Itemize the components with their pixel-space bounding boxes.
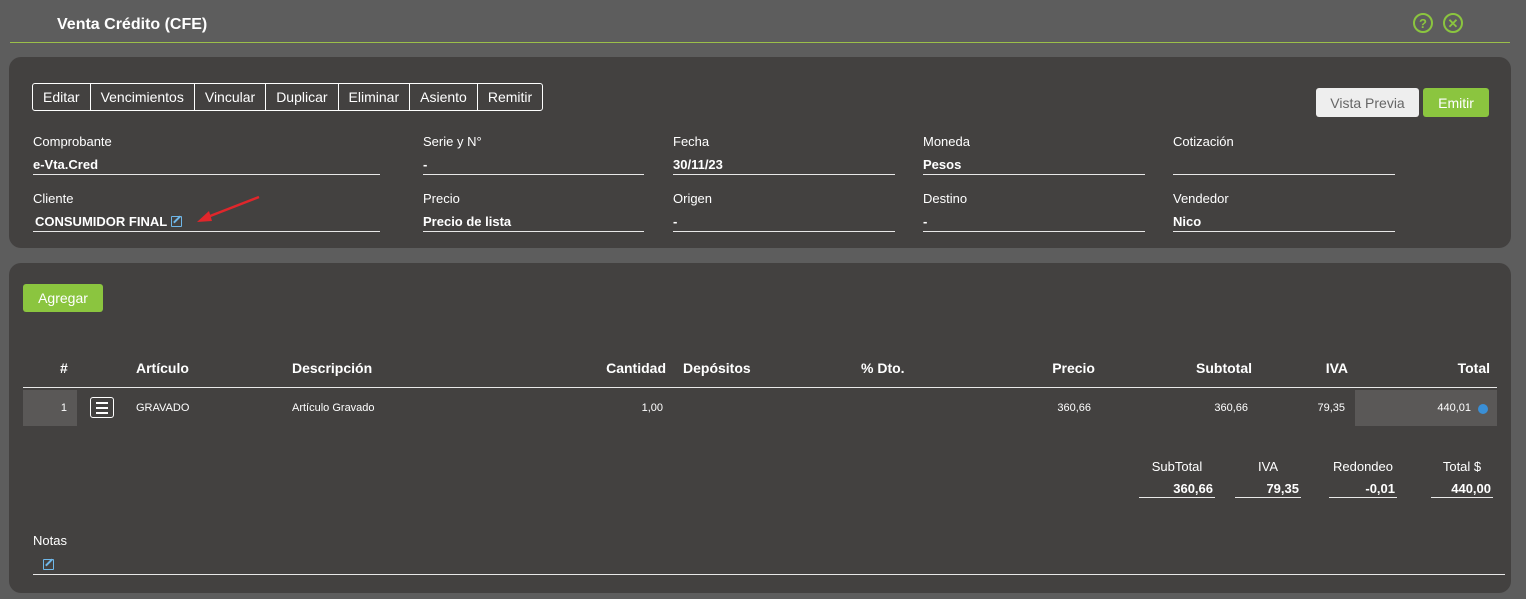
cotizacion-value[interactable] xyxy=(1173,157,1395,175)
serie-value[interactable]: - xyxy=(423,157,644,175)
col-total: Total xyxy=(1457,360,1490,376)
close-icon[interactable]: ✕ xyxy=(1443,13,1463,33)
comprobante-value[interactable]: e-Vta.Cred xyxy=(33,157,380,175)
due-dates-button[interactable]: Vencimientos xyxy=(91,84,195,110)
vendedor-value[interactable]: Nico xyxy=(1173,214,1395,232)
row-iva: 79,35 xyxy=(1317,402,1345,414)
field-comprobante: Comprobante e-Vta.Cred xyxy=(33,134,380,175)
fecha-label: Fecha xyxy=(673,134,710,149)
field-precio: Precio Precio de lista xyxy=(423,191,644,232)
edit-button[interactable]: Editar xyxy=(33,84,91,110)
field-serie: Serie y N° - xyxy=(423,134,644,175)
notes-field[interactable] xyxy=(33,574,1505,575)
serie-label: Serie y N° xyxy=(423,134,482,149)
subtotal-value: 360,66 xyxy=(1139,481,1215,498)
origen-label: Origen xyxy=(673,191,713,206)
subtotal-label: SubTotal xyxy=(1151,459,1203,474)
col-subtotal: Subtotal xyxy=(1196,360,1252,376)
row-precio[interactable]: 360,66 xyxy=(991,390,1091,426)
col-descripcion: Descripción xyxy=(292,360,373,376)
precio-value[interactable]: Precio de lista xyxy=(423,214,644,232)
vendedor-label: Vendedor xyxy=(1173,191,1229,206)
link-button[interactable]: Vincular xyxy=(195,84,267,110)
preview-button[interactable]: Vista Previa xyxy=(1316,88,1419,117)
table-header-divider xyxy=(23,387,1497,388)
col-articulo: Artículo xyxy=(136,360,189,376)
help-icon[interactable]: ? xyxy=(1413,13,1433,33)
row-subtotal: 360,66 xyxy=(1214,402,1248,414)
row-total: 440,01 xyxy=(1355,390,1497,426)
total-value: 440,00 xyxy=(1431,481,1493,498)
status-dot-icon[interactable] xyxy=(1478,404,1488,414)
precio-label: Precio xyxy=(423,191,460,206)
field-cotizacion: Cotización xyxy=(1173,134,1395,175)
notes-label: Notas xyxy=(33,533,67,548)
col-dto: % Dto. xyxy=(861,360,905,376)
row-number: 1 xyxy=(23,390,77,426)
moneda-label: Moneda xyxy=(923,134,970,149)
col-iva: IVA xyxy=(1325,360,1348,376)
row-cantidad[interactable]: 1,00 xyxy=(563,390,663,426)
hamburger-menu-icon[interactable] xyxy=(90,397,114,418)
col-cantidad: Cantidad xyxy=(606,360,666,376)
row-descripcion: Artículo Gravado xyxy=(292,402,375,414)
row-articulo: GRAVADO xyxy=(136,402,190,414)
moneda-value[interactable]: Pesos xyxy=(923,157,1145,175)
add-item-button[interactable]: Agregar xyxy=(23,284,103,312)
iva-total-label: IVA xyxy=(1258,459,1278,474)
fecha-value[interactable]: 30/11/23 xyxy=(673,157,895,175)
total-label: Total $ xyxy=(1442,459,1482,474)
duplicate-button[interactable]: Duplicar xyxy=(266,84,339,110)
destino-label: Destino xyxy=(923,191,968,206)
field-origen: Origen - xyxy=(673,191,895,232)
field-fecha: Fecha 30/11/23 xyxy=(673,134,895,175)
annotation-arrow xyxy=(197,195,260,222)
origen-value[interactable]: - xyxy=(673,214,895,232)
delete-button[interactable]: Eliminar xyxy=(339,84,411,110)
edit-client-icon[interactable] xyxy=(171,216,183,227)
col-num: # xyxy=(60,360,68,376)
title-divider xyxy=(10,42,1510,43)
cliente-name: CONSUMIDOR FINAL xyxy=(35,214,168,229)
field-moneda: Moneda Pesos xyxy=(923,134,1145,175)
table-row[interactable]: 1 GRAVADO Artículo Gravado 1,00 360,66 3… xyxy=(23,390,1497,426)
redondeo-value: -0,01 xyxy=(1329,481,1397,498)
col-precio: Precio xyxy=(1052,360,1095,376)
comprobante-label: Comprobante xyxy=(33,134,112,149)
page-title: Venta Crédito (CFE) xyxy=(57,16,208,33)
iva-total-value: 79,35 xyxy=(1235,481,1301,498)
remit-button[interactable]: Remitir xyxy=(478,84,542,110)
destino-value[interactable]: - xyxy=(923,214,1145,232)
action-toolbar: Editar Vencimientos Vincular Duplicar El… xyxy=(32,83,544,111)
edit-notes-icon[interactable] xyxy=(43,559,54,570)
redondeo-label: Redondeo xyxy=(1333,459,1393,474)
field-destino: Destino - xyxy=(923,191,1145,232)
col-depositos: Depósitos xyxy=(683,360,751,376)
field-vendedor: Vendedor Nico xyxy=(1173,191,1395,232)
items-panel: Agregar # Artículo Descripción Cantidad … xyxy=(9,263,1511,593)
emit-button[interactable]: Emitir xyxy=(1423,88,1489,117)
cotizacion-label: Cotización xyxy=(1173,134,1234,149)
document-header-panel: Editar Vencimientos Vincular Duplicar El… xyxy=(9,57,1511,248)
journal-entry-button[interactable]: Asiento xyxy=(410,84,478,110)
